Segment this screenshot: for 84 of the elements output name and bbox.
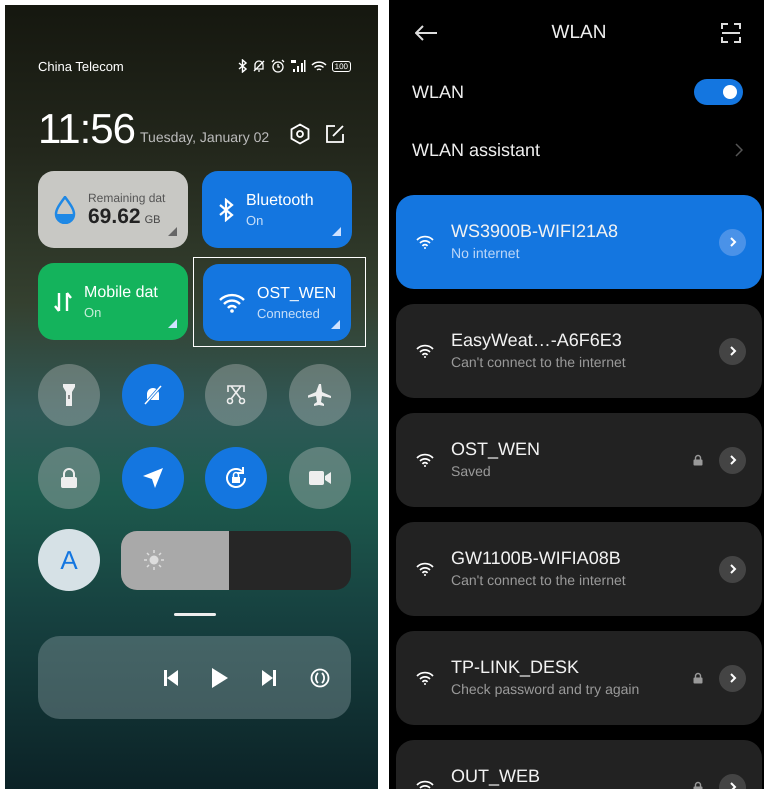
network-name: EasyWeat…-A6F6E3: [451, 330, 623, 351]
wifi-icon: [219, 292, 245, 312]
wifi-icon: [416, 235, 434, 249]
play-icon[interactable]: [212, 668, 228, 688]
tile-status: Connected: [257, 306, 321, 320]
alarm-icon: [270, 59, 285, 73]
previous-track-icon[interactable]: [164, 670, 178, 686]
data-unit: GB: [144, 214, 160, 226]
network-name: OST_WEN: [451, 439, 542, 460]
wifi-icon: [310, 60, 327, 72]
clock-time: 11:56: [38, 107, 135, 151]
location-arrow-icon: [142, 467, 164, 489]
tile-label: Remaining dat: [88, 190, 166, 204]
chevron-right-icon: [728, 563, 736, 575]
network-status: Can't connect to the internet: [451, 572, 627, 588]
chevron-right-icon: [728, 672, 736, 684]
clock-date: Tuesday, January 02: [140, 129, 270, 145]
details-button[interactable]: [719, 338, 746, 364]
setting-label[interactable]: WLAN assistant: [412, 140, 540, 160]
data-amount: 69.62: [88, 204, 141, 228]
scan-icon[interactable]: [721, 23, 741, 43]
carrier-name: China Telecom: [38, 58, 124, 74]
network-name: WS3900B-WIFI21A8: [451, 221, 620, 242]
water-drop-icon: [54, 196, 76, 224]
corner-mark-icon: [168, 227, 177, 236]
wifi-icon: [416, 671, 434, 685]
drag-handle[interactable]: [174, 613, 216, 616]
brightness-slider[interactable]: [121, 530, 351, 590]
network-card[interactable]: TP-LINK_DESK Check password and try again: [396, 631, 762, 725]
details-button[interactable]: [719, 556, 746, 582]
back-arrow-icon[interactable]: [415, 25, 437, 41]
edit-icon[interactable]: [325, 124, 346, 144]
scissors-frame-icon: [225, 384, 247, 406]
wifi-icon: [416, 344, 434, 358]
network-status: No internet: [451, 245, 520, 261]
quick-tile[interactable]: OST_WEN Connected: [203, 264, 351, 341]
details-button[interactable]: [719, 446, 746, 474]
bluetooth-icon: [218, 198, 234, 222]
wlan-switch[interactable]: [694, 79, 743, 105]
network-status: Can't connect to the internet: [451, 354, 627, 370]
muted-bell-icon: [142, 384, 164, 406]
page-title: WLAN: [552, 22, 606, 44]
tile-label: Mobile dat: [84, 284, 158, 302]
details-button[interactable]: [719, 664, 746, 692]
battery-indicator: 100: [332, 60, 351, 72]
network-card[interactable]: EasyWeat…-A6F6E3 Can't connect to the internet: [396, 304, 762, 398]
network-card[interactable]: WS3900B-WIFI21A8 No internet: [396, 195, 762, 289]
network-name: GW1100B-WIFIA08B: [451, 548, 622, 569]
rotation-lock-icon: [223, 465, 249, 491]
next-track-icon[interactable]: [262, 670, 276, 686]
network-status: Saved: [451, 463, 492, 479]
wifi-icon: [416, 453, 434, 467]
lock-icon: [60, 467, 78, 489]
corner-mark-icon: [331, 320, 340, 329]
network-card[interactable]: GW1100B-WIFIA08B Can't connect to the internet: [396, 522, 762, 616]
signal-icon: [290, 59, 306, 73]
setting-label: WLAN: [412, 82, 464, 102]
corner-mark-icon: [332, 227, 341, 236]
settings-icon[interactable]: [289, 123, 312, 145]
tile-status: On: [84, 304, 102, 320]
network-name: OUT_WEB: [451, 766, 542, 787]
audio-output-icon[interactable]: [310, 668, 330, 688]
corner-mark-icon: [168, 319, 177, 328]
network-name: TP-LINK_DESK: [451, 657, 580, 678]
network-card[interactable]: OUT_WEB: [396, 740, 762, 789]
up-down-arrows-icon: [54, 290, 72, 312]
network-card[interactable]: OST_WEN Saved: [396, 413, 762, 507]
quick-tile[interactable]: Bluetooth On: [202, 171, 352, 248]
chevron-right-icon: [728, 236, 736, 248]
quick-tile[interactable]: Remaining dat 69.62 GB: [38, 171, 188, 248]
bluetooth-icon: [238, 59, 247, 73]
tile-label: OST_WEN: [257, 284, 336, 302]
sun-icon: [143, 548, 165, 570]
video-camera-icon: [308, 470, 332, 486]
chevron-right-icon: [728, 454, 736, 466]
chevron-right-icon: [735, 143, 743, 157]
wifi-icon: [416, 562, 434, 576]
tile-status: On: [246, 212, 264, 228]
network-status: Check password and try again: [451, 681, 640, 697]
airplane-icon: [308, 383, 332, 407]
flashlight-icon: [62, 383, 76, 407]
muted-bell-icon: [252, 59, 266, 73]
chevron-right-icon: [728, 345, 736, 357]
tile-label: Bluetooth: [246, 192, 314, 210]
